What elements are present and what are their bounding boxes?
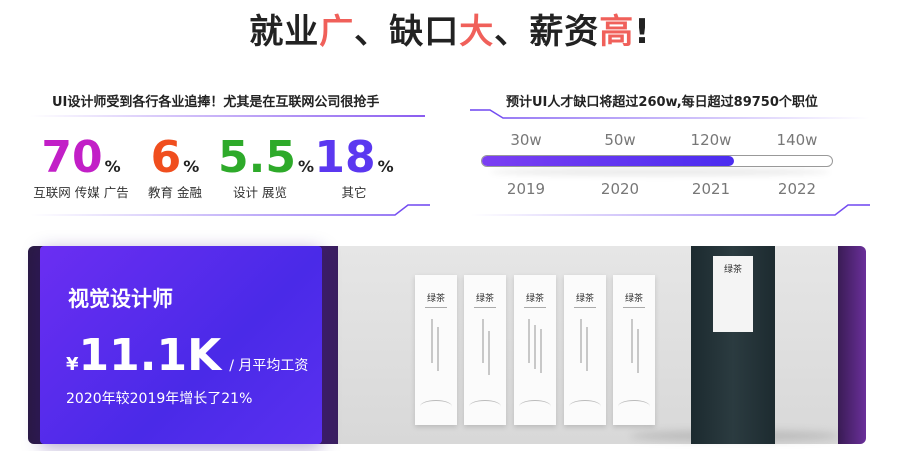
- year-2020: 2020: [600, 180, 640, 198]
- left-panel-title: UI设计师受到各行各业追捧！尤其是在互联网公司很抢手: [52, 95, 380, 110]
- tea-tag-name: 绿茶: [426, 294, 445, 304]
- gap-value-2020: 50w: [604, 131, 636, 149]
- progress-shadow: [490, 168, 830, 176]
- tea-tag-name: 绿茶: [475, 294, 494, 304]
- stat-education: 6% 教育 金融: [140, 136, 210, 201]
- year-2019: 2019: [506, 180, 546, 198]
- gap-progress-bar: [481, 155, 833, 167]
- stat-value: 70: [41, 132, 103, 183]
- stat-design: 5.5% 设计 展览: [218, 132, 314, 201]
- stat-other: 18% 其它: [312, 136, 396, 201]
- salary-value: 11.1K: [78, 330, 222, 381]
- year-2022: 2022: [777, 180, 817, 198]
- tea-tag-3: 绿茶: [514, 275, 556, 425]
- tea-tag-2: 绿茶: [464, 275, 506, 425]
- right-panel-top-rule: [470, 109, 870, 119]
- stat-internet: 70% 互联网 传媒 广告: [33, 132, 129, 201]
- stat-label: 互联网 传媒 广告: [33, 185, 129, 200]
- gap-value-2021: 120w: [690, 131, 732, 149]
- tea-box-label: 绿茶: [713, 256, 753, 332]
- gap-value-2022: 140w: [776, 131, 818, 149]
- left-panel-bottom-rule: [30, 204, 430, 216]
- stat-label: 其它: [341, 185, 367, 200]
- tea-tag-5: 绿茶: [613, 275, 655, 425]
- stat-label: 教育 金融: [148, 185, 202, 200]
- salary-unit: / 月平均工资: [229, 358, 309, 374]
- tea-tag-name: 绿茶: [575, 294, 594, 304]
- stat-value: 5.5: [218, 132, 296, 183]
- tea-tag-4: 绿茶: [564, 275, 606, 425]
- tea-tag-1: 绿茶: [415, 275, 457, 425]
- tea-tag-name: 绿茶: [624, 294, 643, 304]
- gap-progress-fill: [482, 156, 734, 166]
- tea-tag-name: 绿茶: [525, 294, 544, 304]
- right-panel-bottom-rule: [470, 204, 870, 216]
- stat-value: 18: [314, 132, 376, 183]
- stat-value: 6: [150, 132, 182, 183]
- gap-value-2019: 30w: [510, 131, 542, 149]
- card-title: 视觉设计师: [68, 287, 173, 311]
- card-salary: ¥11.1K / 月平均工资: [66, 330, 308, 381]
- card-growth: 2020年较2019年增长了21%: [66, 391, 253, 407]
- left-panel-top-rule: [30, 115, 425, 117]
- stat-label: 设计 展览: [233, 185, 287, 200]
- headline: 就业广、缺口大、薪资高!: [249, 12, 651, 52]
- currency-symbol: ¥: [66, 354, 79, 375]
- year-2021: 2021: [691, 180, 731, 198]
- tea-box-name: 绿茶: [723, 265, 742, 275]
- banner-dark-right: [838, 246, 866, 444]
